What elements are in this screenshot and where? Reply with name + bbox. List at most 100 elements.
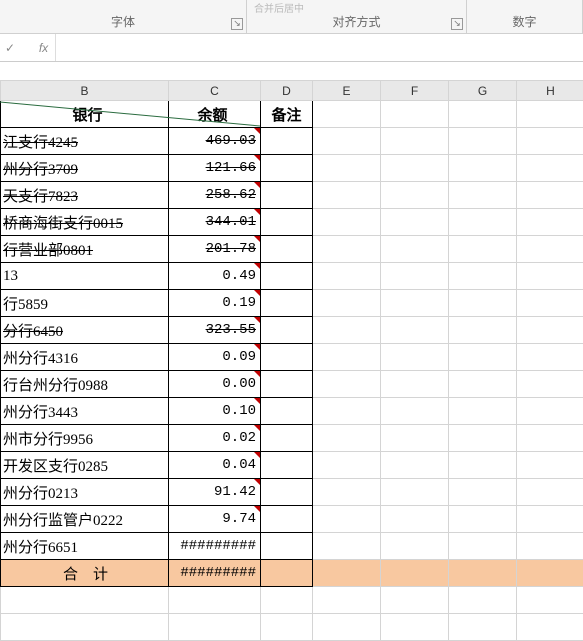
cell[interactable] [517,290,583,317]
cell[interactable] [381,371,449,398]
cell[interactable] [381,479,449,506]
cell[interactable] [517,155,583,182]
cell[interactable] [517,452,583,479]
cell[interactable] [449,587,517,614]
cell[interactable] [449,452,517,479]
cell-remark[interactable] [261,317,313,344]
cell[interactable] [449,425,517,452]
cell-bank[interactable]: 行营业部0801 [1,236,169,263]
formula-input[interactable] [56,34,583,61]
col-header-B[interactable]: B [1,81,169,101]
cell[interactable] [1,587,169,614]
cell[interactable] [517,209,583,236]
cell-remark[interactable] [261,452,313,479]
fx-icon[interactable]: fx [32,34,56,61]
cell-remark[interactable] [261,371,313,398]
cell[interactable] [313,155,381,182]
cell[interactable] [313,371,381,398]
cell[interactable] [517,317,583,344]
cell-bank[interactable]: 行台州分行0988 [1,371,169,398]
cell-balance[interactable]: 0.04 [169,452,261,479]
cell-bank[interactable]: 州分行4316 [1,344,169,371]
cell-remark[interactable] [261,128,313,155]
cell[interactable] [517,560,583,587]
cell-remark[interactable] [261,236,313,263]
cell-balance[interactable]: 0.49 [169,263,261,290]
cell-balance[interactable]: 121.66 [169,155,261,182]
cell[interactable] [313,614,381,641]
total-value[interactable]: ######### [169,560,261,587]
spreadsheet-grid[interactable]: B C D E F G H 银行 余额 备注 江支行4245469.03州分行3… [0,80,583,641]
cell[interactable] [313,290,381,317]
cell[interactable] [517,479,583,506]
cell[interactable] [313,533,381,560]
cell[interactable] [449,209,517,236]
cell[interactable] [381,155,449,182]
cell[interactable] [1,614,169,641]
cell[interactable] [313,398,381,425]
cell-bank[interactable]: 桥商海街支行0015 [1,209,169,236]
cell-bank[interactable]: 江支行4245 [1,128,169,155]
cell-balance[interactable]: 344.01 [169,209,261,236]
cell-bank[interactable]: 13 [1,263,169,290]
formula-accept-icon[interactable]: ✓ [0,41,20,55]
table-row[interactable]: 州市分行99560.02 [1,425,583,452]
cell[interactable] [449,479,517,506]
cell[interactable] [313,101,381,128]
cell-remark[interactable] [261,506,313,533]
cell[interactable] [517,506,583,533]
cell[interactable] [313,182,381,209]
table-row[interactable]: 行台州分行09880.00 [1,371,583,398]
cell[interactable] [449,371,517,398]
table-header-row[interactable]: 银行 余额 备注 [1,101,583,128]
table-row[interactable]: 行营业部0801201.78 [1,236,583,263]
cell-remark[interactable] [261,344,313,371]
total-row[interactable]: 合 计######### [1,560,583,587]
total-label[interactable]: 合 计 [1,560,169,587]
cell[interactable] [449,506,517,533]
cell[interactable] [313,128,381,155]
col-header-D[interactable]: D [261,81,313,101]
cell-bank[interactable]: 行5859 [1,290,169,317]
cell[interactable] [449,398,517,425]
cell[interactable] [261,614,313,641]
cell[interactable] [381,236,449,263]
cell-remark[interactable] [261,263,313,290]
cell[interactable] [381,182,449,209]
table-row[interactable]: 130.49 [1,263,583,290]
cell-balance[interactable]: 258.62 [169,182,261,209]
cell-bank[interactable]: 州分行3709 [1,155,169,182]
cell[interactable] [381,533,449,560]
cell[interactable] [381,587,449,614]
table-row[interactable] [1,614,583,641]
cell-bank[interactable]: 州分行3443 [1,398,169,425]
cell-balance[interactable]: 0.19 [169,290,261,317]
cell-remark[interactable] [261,533,313,560]
cell[interactable] [517,533,583,560]
cell-bank[interactable]: 州分行6651 [1,533,169,560]
cell[interactable] [381,614,449,641]
cell-bank[interactable]: 州市分行9956 [1,425,169,452]
table-row[interactable]: 桥商海街支行0015344.01 [1,209,583,236]
cell[interactable] [517,425,583,452]
cell[interactable] [381,317,449,344]
cell[interactable] [381,506,449,533]
col-header-F[interactable]: F [381,81,449,101]
cell[interactable] [313,317,381,344]
cell-balance[interactable]: 0.09 [169,344,261,371]
cell-bank[interactable]: 天支行7823 [1,182,169,209]
table-row[interactable]: 州分行监管户02229.74 [1,506,583,533]
cell[interactable] [313,209,381,236]
cell[interactable] [449,344,517,371]
cell-remark[interactable] [261,479,313,506]
cell[interactable] [517,128,583,155]
table-row[interactable]: 州分行021391.42 [1,479,583,506]
cell[interactable] [449,317,517,344]
column-header-row[interactable]: B C D E F G H [1,81,583,101]
cell[interactable] [517,398,583,425]
cell-balance[interactable]: 0.00 [169,371,261,398]
col-header-E[interactable]: E [313,81,381,101]
cell[interactable] [313,587,381,614]
cell[interactable] [381,128,449,155]
header-balance[interactable]: 余额 [169,101,261,128]
